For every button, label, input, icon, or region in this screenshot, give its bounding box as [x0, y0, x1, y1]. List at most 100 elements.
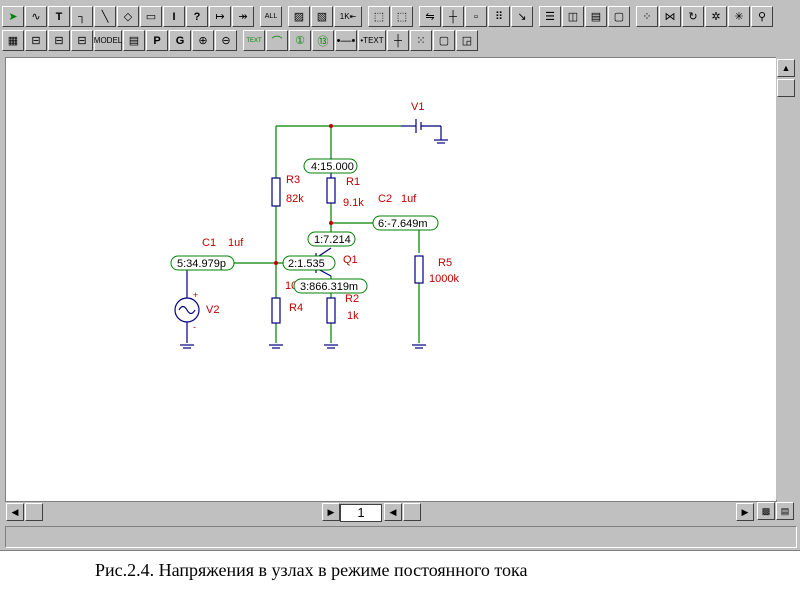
flip2-button[interactable]: ↠: [232, 6, 254, 27]
text1-label: TEXT: [246, 37, 262, 44]
flip-button[interactable]: ↦: [209, 6, 231, 27]
frame-button[interactable]: ▢: [433, 30, 455, 51]
flag-tool-button[interactable]: ▭: [140, 6, 162, 27]
corner-tool-button[interactable]: ┐: [71, 6, 93, 27]
window3-icon: ▤: [590, 11, 602, 23]
node1-icon: ①: [295, 35, 305, 47]
scroll-thumb-v[interactable]: [777, 79, 795, 97]
page-next-button[interactable]: ◀: [384, 503, 402, 521]
1k-icon: 1K⇤: [339, 12, 357, 21]
list-icon: ▤: [780, 505, 790, 516]
scroll-right-button[interactable]: ▶: [736, 503, 754, 521]
zoom-out-button[interactable]: ⊖: [215, 30, 237, 51]
tool-7-button[interactable]: ↻: [682, 6, 704, 27]
corner-button-1[interactable]: ▩: [757, 502, 775, 520]
window-1-button[interactable]: ☰: [539, 6, 561, 27]
page-prev-button[interactable]: ▶: [322, 503, 340, 521]
r1-label: R1: [346, 176, 360, 188]
wave-label-button[interactable]: ⌒: [266, 30, 288, 51]
plus-button[interactable]: ┼: [387, 30, 409, 51]
arrow-right-icon: ▶: [327, 506, 335, 517]
save-2-button[interactable]: ⊟: [48, 30, 70, 51]
text-tool-button[interactable]: T: [48, 6, 70, 27]
node-5-voltage: 5:34.979p: [177, 258, 226, 270]
v2-label: V2: [206, 304, 219, 316]
v2-minus: -: [193, 322, 196, 332]
zoom-out-icon: ⊖: [221, 35, 231, 47]
window4-icon: ▢: [613, 11, 625, 23]
square-button[interactable]: ▫: [465, 6, 487, 27]
p-button[interactable]: P: [146, 30, 168, 51]
tool5-icon: ⁘: [642, 11, 652, 23]
window-2-button[interactable]: ◫: [562, 6, 584, 27]
loop-button[interactable]: ⇋: [419, 6, 441, 27]
probe-icon: ⚲: [757, 11, 767, 23]
frame2-button[interactable]: ◲: [456, 30, 478, 51]
box2-button[interactable]: ⬚: [391, 6, 413, 27]
zoom-in-icon: ⊕: [198, 35, 208, 47]
tool8-icon: ✲: [711, 11, 721, 23]
cross-button[interactable]: ┼: [442, 6, 464, 27]
save-3-button[interactable]: ⊟: [71, 30, 93, 51]
select-all-button[interactable]: ALL: [260, 6, 282, 27]
scroll-thumb-h2[interactable]: [403, 503, 421, 521]
shape-tool-button[interactable]: ◇: [117, 6, 139, 27]
help-button[interactable]: ?: [186, 6, 208, 27]
window-4-button[interactable]: ▢: [608, 6, 630, 27]
probe-button[interactable]: ⚲: [751, 6, 773, 27]
tool-8-button[interactable]: ✲: [705, 6, 727, 27]
flip2-icon: ↠: [238, 11, 248, 23]
cross-icon: ┼: [449, 10, 457, 23]
tool6-icon: ⋈: [664, 11, 676, 23]
tool-5-button[interactable]: ⁘: [636, 6, 658, 27]
text-label-button[interactable]: TEXT: [243, 30, 265, 51]
r5-value: 1000k: [429, 273, 459, 285]
g-label: G: [175, 34, 185, 47]
zoom-in-button[interactable]: ⊕: [192, 30, 214, 51]
pointer-tool-button[interactable]: ➤: [2, 6, 24, 27]
tool-9-button[interactable]: ✳: [728, 6, 750, 27]
flag-icon: ▭: [145, 11, 157, 23]
node-1-button[interactable]: ①: [289, 30, 311, 51]
square-icon: ▫: [474, 10, 478, 23]
table-button[interactable]: ▤: [123, 30, 145, 51]
box1-button[interactable]: ⬚: [368, 6, 390, 27]
page-number-field[interactable]: 1: [340, 504, 382, 522]
g-button[interactable]: G: [169, 30, 191, 51]
connect-button[interactable]: •—•: [335, 30, 357, 51]
hatch2-button[interactable]: ▧: [311, 6, 333, 27]
loop-icon: ⇋: [425, 11, 435, 23]
tool7-icon: ↻: [688, 11, 698, 23]
hatch-icon: ▨: [293, 11, 305, 23]
line-tool-button[interactable]: ╲: [94, 6, 116, 27]
pen-button[interactable]: ↘: [511, 6, 533, 27]
corner-button-2[interactable]: ▤: [776, 502, 794, 520]
scroll-up-button[interactable]: ▲: [777, 59, 795, 77]
grid-button[interactable]: ⠿: [488, 6, 510, 27]
model-button[interactable]: MODEL: [94, 30, 122, 51]
r5-label: R5: [438, 257, 452, 269]
corner-buttons: ▩ ▤: [757, 502, 794, 520]
schematic-canvas[interactable]: V1 R3 82k R1 9.1k C2 1uf C1 1uf Q1 10 R2…: [5, 57, 777, 502]
c1-label: C1: [202, 237, 216, 249]
scroll-thumb-h[interactable]: [25, 503, 43, 521]
node-13-button[interactable]: ⑬: [312, 30, 334, 51]
figure-caption: Рис.2.4. Напряжения в узлах в режиме пос…: [95, 560, 528, 580]
vertical-scrollbar[interactable]: ▲: [776, 57, 796, 500]
calculator-button[interactable]: ▦: [2, 30, 24, 51]
text-place-button[interactable]: •TEXT: [358, 30, 386, 51]
dotgrid-button[interactable]: ⁙: [410, 30, 432, 51]
arrow-left2-icon: ◀: [389, 506, 397, 517]
node-3-voltage: 3:866.319m: [300, 281, 358, 293]
resistor-value-button[interactable]: 1K⇤: [334, 6, 362, 27]
schematic-svg: V1 R3 82k R1 9.1k C2 1uf C1 1uf Q1 10 R2…: [170, 101, 459, 349]
tool-6-button[interactable]: ⋈: [659, 6, 681, 27]
save-1-button[interactable]: ⊟: [25, 30, 47, 51]
window-3-button[interactable]: ▤: [585, 6, 607, 27]
arrow-right2-icon: ▶: [741, 506, 749, 517]
r2-value: 1k: [347, 310, 359, 322]
info-button[interactable]: I: [163, 6, 185, 27]
scroll-left-button[interactable]: ◀: [6, 503, 24, 521]
hatch-button[interactable]: ▨: [288, 6, 310, 27]
wire-tool-button[interactable]: ∿: [25, 6, 47, 27]
